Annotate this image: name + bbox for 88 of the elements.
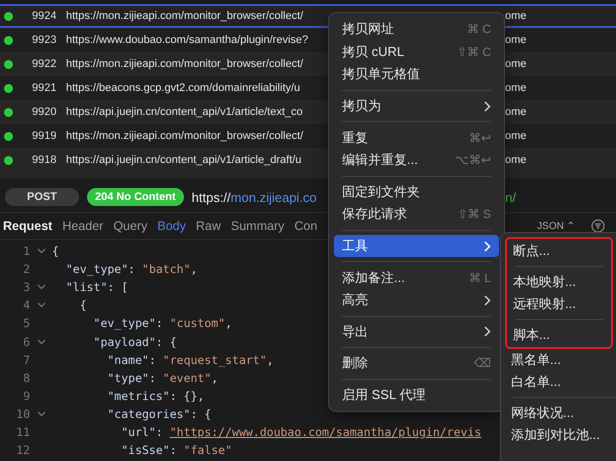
code-line: { — [78, 298, 87, 312]
line-number: 7 — [22, 352, 30, 367]
line-number: 2 — [22, 262, 30, 276]
line-number: 11 — [15, 424, 30, 439]
menu-item[interactable]: 删除 ⌫ — [334, 352, 499, 375]
menu-item[interactable]: 工具 — [334, 234, 499, 258]
status-dot-icon — [4, 108, 13, 116]
request-id: 9922 — [32, 58, 58, 70]
tab[interactable]: Summary — [230, 219, 284, 233]
line-number: 9 — [22, 388, 30, 403]
fold-chevron-icon[interactable] — [36, 284, 46, 290]
code-line: "url": "https://www.doubao.com/samantha/plugin/revis — [120, 424, 482, 439]
menu-item[interactable]: 固定到文件夹 — [334, 180, 499, 204]
request-url: https://mon.zijieapi.com/monitor_browser/collect/ — [66, 58, 304, 70]
fold-chevron-icon[interactable] — [36, 248, 46, 254]
client-name: ome — [505, 106, 528, 118]
menu-item[interactable]: 导出 — [334, 320, 499, 344]
line-number: 3 — [22, 280, 30, 294]
line-number: 6 — [22, 334, 30, 349]
code-line: "ev_type": "batch", — [64, 262, 198, 276]
client-name: ome — [505, 34, 528, 46]
status-dot-icon — [4, 60, 13, 68]
request-url-text: https://mon.zijieapi.co — [192, 190, 317, 204]
menu-item[interactable]: 远程映射... — [507, 293, 611, 315]
tab[interactable]: Raw — [196, 219, 221, 233]
status-dot-icon — [4, 12, 13, 20]
tab[interactable]: Header — [62, 219, 104, 233]
request-url: https://www.doubao.com/samantha/plugin/revise? — [66, 34, 308, 46]
request-id: 9919 — [32, 130, 58, 142]
tab[interactable]: Body — [157, 219, 186, 233]
menu-item[interactable]: 启用 SSL 代理 — [334, 384, 499, 406]
menu-item[interactable]: 白名单... — [505, 371, 616, 393]
code-line: "type": "event", — [106, 370, 218, 385]
menu-item[interactable]: 编辑并重复... ⌥⌘↩ — [334, 148, 499, 172]
status-dot-icon — [4, 156, 13, 164]
client-name: ome — [505, 58, 528, 70]
tab[interactable]: Query — [113, 219, 148, 233]
request-id: 9921 — [32, 82, 58, 94]
request-id: 9918 — [32, 154, 58, 166]
filter-icon[interactable] — [591, 219, 605, 233]
client-name: ome — [505, 154, 528, 166]
line-number: 5 — [22, 316, 30, 330]
status-dot-icon — [4, 132, 13, 140]
status-badge: 204 No Content — [86, 188, 184, 206]
url-tail-text: n/ — [505, 190, 516, 204]
request-url: https://api.juejin.cn/content_api/v1/article_draft/u — [66, 154, 302, 166]
status-dot-icon — [4, 36, 13, 44]
request-id: 9920 — [32, 106, 58, 118]
request-url: https://mon.zijieapi.com/monitor_browser/collect/ — [66, 130, 304, 142]
line-number: 8 — [22, 370, 30, 385]
code-line: "metrics": {}, — [106, 388, 204, 403]
line-number: 10 — [15, 406, 30, 421]
request-url: https://mon.zijieapi.com/monitor_browser/collect/ — [66, 10, 304, 22]
line-number: 12 — [15, 443, 30, 458]
menu-item[interactable]: 断点... — [507, 240, 611, 262]
status-dot-icon — [4, 84, 13, 92]
code-line: "list": [ — [64, 280, 128, 294]
request-url: https://api.juejin.cn/content_api/v1/article/text_co — [66, 106, 303, 118]
request-url: https://beacons.gcp.gvt2.com/domainreliability/u — [66, 82, 300, 94]
section-title: Request — [3, 219, 52, 233]
line-number: 4 — [22, 298, 30, 312]
menu-item[interactable]: 网络状况... — [505, 402, 616, 424]
client-name: ome — [505, 130, 528, 142]
menu-item[interactable]: 黑名单... — [505, 349, 616, 371]
code-line: "name": "request_start", — [106, 352, 274, 367]
menu-item[interactable]: 本地映射... — [507, 271, 611, 293]
fold-chevron-icon[interactable] — [36, 302, 46, 308]
menu-item[interactable]: 保存此请求 ⇧⌘ S — [334, 203, 499, 226]
code-line: "isSse": "false" — [120, 443, 232, 458]
request-id: 9924 — [32, 10, 58, 22]
code-line: "payload": { — [92, 334, 177, 349]
client-name: ome — [505, 10, 528, 22]
format-dropdown[interactable]: JSON ⌃ — [537, 220, 575, 232]
code-line: { — [52, 244, 59, 258]
menu-item[interactable]: 添加到对比池... — [505, 424, 616, 446]
code-line: "ev_type": "custom", — [92, 316, 232, 330]
tab[interactable]: Con — [294, 219, 318, 233]
request-id: 9923 — [32, 34, 58, 46]
menu-item[interactable]: 脚本... — [507, 324, 611, 346]
client-name: ome — [505, 82, 528, 94]
fold-chevron-icon[interactable] — [36, 410, 46, 417]
menu-item[interactable]: 重复 ⌘↩ — [334, 126, 499, 149]
menu-item[interactable]: 高亮 — [334, 288, 499, 312]
method-badge: POST — [5, 188, 79, 206]
line-number: 1 — [22, 244, 30, 258]
code-line: "categories": { — [106, 406, 212, 421]
menu-item[interactable]: 添加备注... ⌘ L — [334, 266, 499, 289]
fold-chevron-icon[interactable] — [36, 338, 46, 345]
